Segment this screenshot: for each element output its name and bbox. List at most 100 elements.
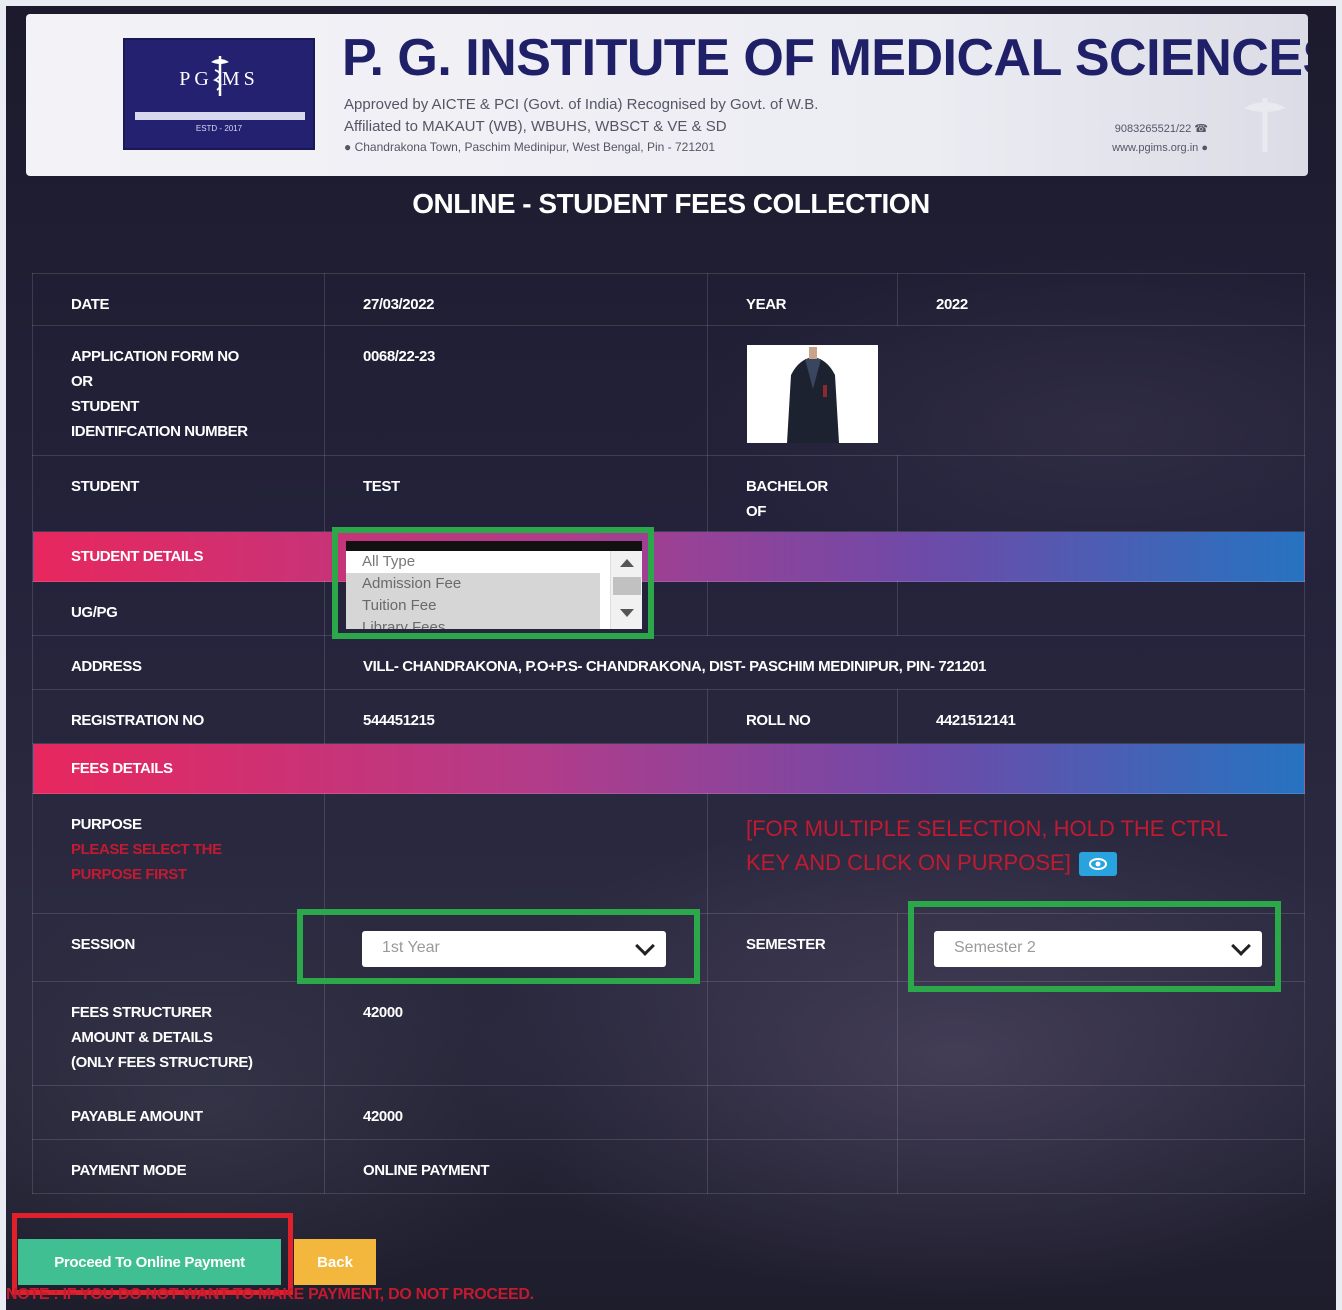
table-row: FEES STRUCTURER AMOUNT & DETAILS (ONLY F… <box>32 981 1305 1086</box>
section-header-fees-details: FEES DETAILS <box>32 743 1305 794</box>
chevron-down-icon <box>1231 936 1251 956</box>
institute-name: P. G. INSTITUTE OF MEDICAL SCIENCES <box>342 29 1308 87</box>
session-select-value: 1st Year <box>382 939 440 956</box>
course-line: OF <box>746 503 767 520</box>
empty-cell <box>897 1139 1305 1194</box>
empty-cell <box>897 1085 1305 1140</box>
semester-label: SEMESTER <box>707 913 898 982</box>
course-line: BACHELOR <box>746 478 828 495</box>
app-form-label-line: STUDENT <box>71 398 140 415</box>
page-title: ONLINE - STUDENT FEES COLLECTION <box>412 188 930 219</box>
purpose-option[interactable]: All Type <box>346 551 600 573</box>
footer-note: NOTE : IF YOU DO NOT WANT TO MAKE PAYMEN… <box>6 1286 534 1303</box>
proceed-payment-button[interactable]: Proceed To Online Payment <box>18 1239 281 1285</box>
multi-select-note-text: KEY AND CLICK ON PURPOSE] <box>746 850 1071 875</box>
student-label: STUDENT <box>32 455 325 532</box>
affiliation-line: Affiliated to MAKAUT (WB), WBUHS, WBSCT … <box>344 118 727 135</box>
phone-icon: ☎ <box>1194 123 1208 135</box>
empty-cell <box>707 1085 898 1140</box>
student-photo <box>747 345 878 443</box>
payable-label: PAYABLE AMOUNT <box>32 1085 325 1140</box>
table-row: REGISTRATION NO 544451215 ROLL NO 442151… <box>32 689 1305 744</box>
table-row: APPLICATION FORM NO OR STUDENT IDENTIFCA… <box>32 325 1305 456</box>
scroll-thumb[interactable] <box>613 577 641 595</box>
location-pin-icon: ● <box>344 140 355 154</box>
purpose-highlight: All Type Admission Fee Tuition Fee Libra… <box>332 527 654 639</box>
multi-select-note-cell: [FOR MULTIPLE SELECTION, HOLD THE CTRL K… <box>707 793 1305 914</box>
scroll-up-icon[interactable] <box>620 559 634 567</box>
purpose-option[interactable]: Tuition Fee <box>346 595 600 617</box>
multi-select-note: KEY AND CLICK ON PURPOSE] <box>746 846 1304 880</box>
page-frame: PG MS ESTD - 2017 P. G. INSTITUTE OF MED… <box>6 6 1336 1310</box>
application-form-value: 0068/22-23 <box>324 325 708 456</box>
institute-address-text: Chandrakona Town, Paschim Medinipur, Wes… <box>354 140 716 154</box>
ugpg-label: UG/PG <box>32 581 325 636</box>
empty-cell <box>897 981 1305 1086</box>
purpose-warning: PLEASE SELECT THE <box>71 841 222 858</box>
student-details-header: STUDENT DETAILS <box>32 531 1305 582</box>
back-button[interactable]: Back <box>294 1239 376 1285</box>
registration-label: REGISTRATION NO <box>32 689 325 744</box>
website-text: www.pgims.org.in <box>1112 142 1199 154</box>
roll-label: ROLL NO <box>707 689 898 744</box>
institute-phone: 9083265521/22 ☎ <box>1115 122 1208 135</box>
fees-structure-value: 42000 <box>324 981 708 1086</box>
eye-icon[interactable] <box>1078 852 1117 877</box>
globe-icon: ● <box>1201 142 1208 154</box>
table-row: STUDENT TEST BACHELOR OF <box>32 455 1305 532</box>
empty-cell <box>897 581 1305 636</box>
student-value: TEST <box>324 455 708 532</box>
semester-select[interactable]: Semester 2 <box>934 931 1262 967</box>
purpose-warning: PURPOSE FIRST <box>71 866 187 883</box>
address-label: ADDRESS <box>32 635 325 690</box>
app-form-label-line: APPLICATION FORM NO <box>71 348 239 365</box>
fees-structure-label-line: AMOUNT & DETAILS <box>71 1029 213 1046</box>
fees-form-table: DATE 27/03/2022 YEAR 2022 APPLICATION FO… <box>32 273 1305 1194</box>
listbox-scrollbar[interactable] <box>610 551 642 629</box>
watermark-caduceus-icon <box>1244 98 1286 152</box>
institute-website: www.pgims.org.in ● <box>1112 142 1208 154</box>
table-row: PAYMENT MODE ONLINE PAYMENT <box>32 1139 1305 1194</box>
app-form-label-line: OR <box>71 373 93 390</box>
address-value: VILL- CHANDRAKONA, P.O+P.S- CHANDRAKONA,… <box>324 635 1305 690</box>
logo-strip <box>135 112 305 120</box>
app-form-label-line: IDENTIFCATION NUMBER <box>71 423 248 440</box>
fees-structure-label-line: FEES STRUCTURER <box>71 1004 212 1021</box>
purpose-select-cell <box>324 793 708 914</box>
institute-address: ● Chandrakona Town, Paschim Medinipur, W… <box>344 140 715 154</box>
phone-text: 9083265521/22 <box>1114 123 1192 135</box>
table-row: ADDRESS VILL- CHANDRAKONA, P.O+P.S- CHAN… <box>32 635 1305 690</box>
payable-value: 42000 <box>324 1085 708 1140</box>
fees-details-header: FEES DETAILS <box>32 743 1305 794</box>
empty-cell <box>707 581 898 636</box>
fees-structure-label: FEES STRUCTURER AMOUNT & DETAILS (ONLY F… <box>32 981 325 1086</box>
course-value: BACHELOR OF <box>707 455 898 532</box>
scroll-down-icon[interactable] <box>620 609 634 617</box>
caduceus-icon <box>211 56 229 96</box>
purpose-label: PURPOSE <box>71 816 142 833</box>
logo-estd: ESTD - 2017 <box>195 124 243 133</box>
date-value: 27/03/2022 <box>324 273 708 326</box>
payment-mode-value: ONLINE PAYMENT <box>324 1139 708 1194</box>
purpose-listbox[interactable]: All Type Admission Fee Tuition Fee Libra… <box>346 541 642 629</box>
payment-mode-label: PAYMENT MODE <box>32 1139 325 1194</box>
table-row: PURPOSE PLEASE SELECT THE PURPOSE FIRST … <box>32 793 1305 914</box>
session-select[interactable]: 1st Year <box>362 931 666 967</box>
institute-banner: PG MS ESTD - 2017 P. G. INSTITUTE OF MED… <box>26 14 1308 176</box>
purpose-option[interactable]: Admission Fee <box>346 573 600 595</box>
year-value: 2022 <box>897 273 1305 326</box>
empty-cell <box>707 1139 898 1194</box>
multi-select-note: [FOR MULTIPLE SELECTION, HOLD THE CTRL <box>746 816 1229 841</box>
application-form-label: APPLICATION FORM NO OR STUDENT IDENTIFCA… <box>32 325 325 456</box>
section-header-student-details: STUDENT DETAILS <box>32 531 1305 582</box>
purpose-option[interactable]: Library Fees <box>346 617 600 629</box>
fees-structure-label-line: (ONLY FEES STRUCTURE) <box>71 1054 253 1071</box>
empty-cell <box>897 455 1305 532</box>
date-label: DATE <box>32 273 325 326</box>
table-row: UG/PG UG <box>32 581 1305 636</box>
roll-value: 4421512141 <box>897 689 1305 744</box>
semester-select-value: Semester 2 <box>954 939 1036 956</box>
year-label: YEAR <box>707 273 898 326</box>
session-label: SESSION <box>32 913 325 982</box>
chevron-down-icon <box>635 936 655 956</box>
